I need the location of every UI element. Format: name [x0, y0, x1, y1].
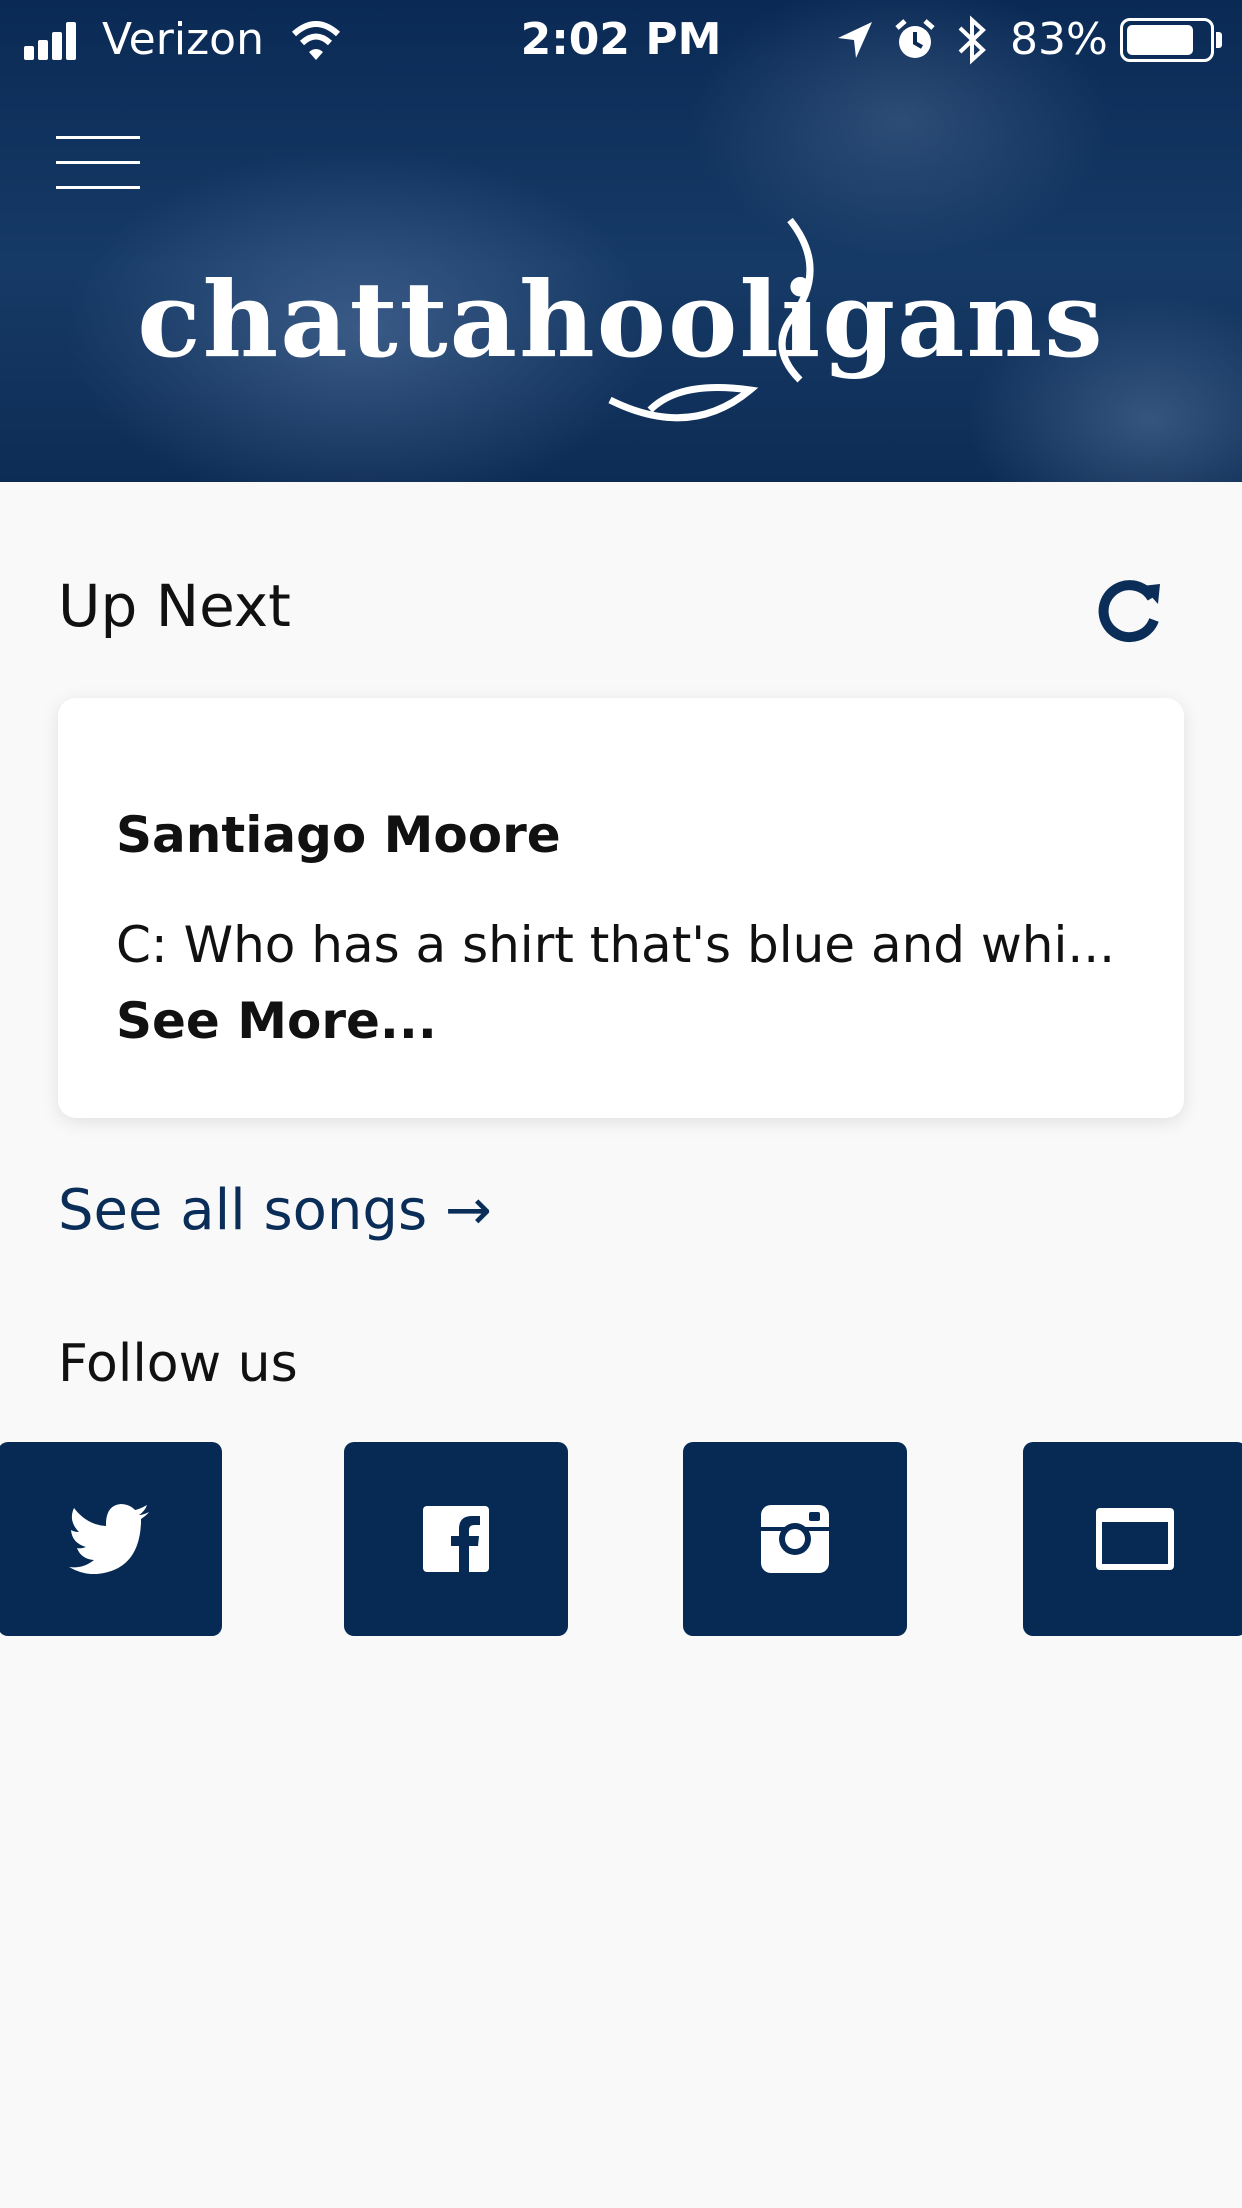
instagram-icon: [761, 1505, 829, 1573]
website-icon: [1096, 1508, 1174, 1570]
battery-level: [1127, 25, 1193, 55]
facebook-button[interactable]: [344, 1442, 568, 1636]
app-logo: chattahooligans: [137, 258, 1105, 381]
refresh-icon[interactable]: [1090, 570, 1170, 650]
see-all-songs-link[interactable]: See all songs →: [58, 1178, 492, 1243]
up-next-title: Up Next: [58, 572, 291, 640]
status-bar: Verizon 2:02 PM 83%: [0, 0, 1242, 80]
twitter-icon: [69, 1504, 149, 1574]
bluetooth-icon: [958, 15, 986, 65]
battery-tip: [1216, 32, 1222, 48]
header-banner: Verizon 2:02 PM 83% chattahooligans: [0, 0, 1242, 482]
song-lyric-preview: C: Who has a shirt that's blue and whi..…: [116, 916, 1116, 974]
website-button[interactable]: [1023, 1442, 1242, 1636]
battery-percent: 83%: [1010, 14, 1108, 65]
battery-icon: [1120, 18, 1214, 62]
follow-us-title: Follow us: [58, 1334, 298, 1394]
instagram-button[interactable]: [683, 1442, 907, 1636]
location-arrow-icon: [838, 22, 872, 58]
song-title: Santiago Moore: [116, 806, 561, 864]
facebook-icon: [423, 1506, 489, 1572]
alarm-icon: [895, 19, 935, 58]
hamburger-menu-icon[interactable]: [56, 136, 140, 190]
song-card[interactable]: Santiago Moore C: Who has a shirt that's…: [58, 698, 1184, 1118]
twitter-button[interactable]: [0, 1442, 222, 1636]
see-more-link[interactable]: See More...: [116, 992, 437, 1050]
